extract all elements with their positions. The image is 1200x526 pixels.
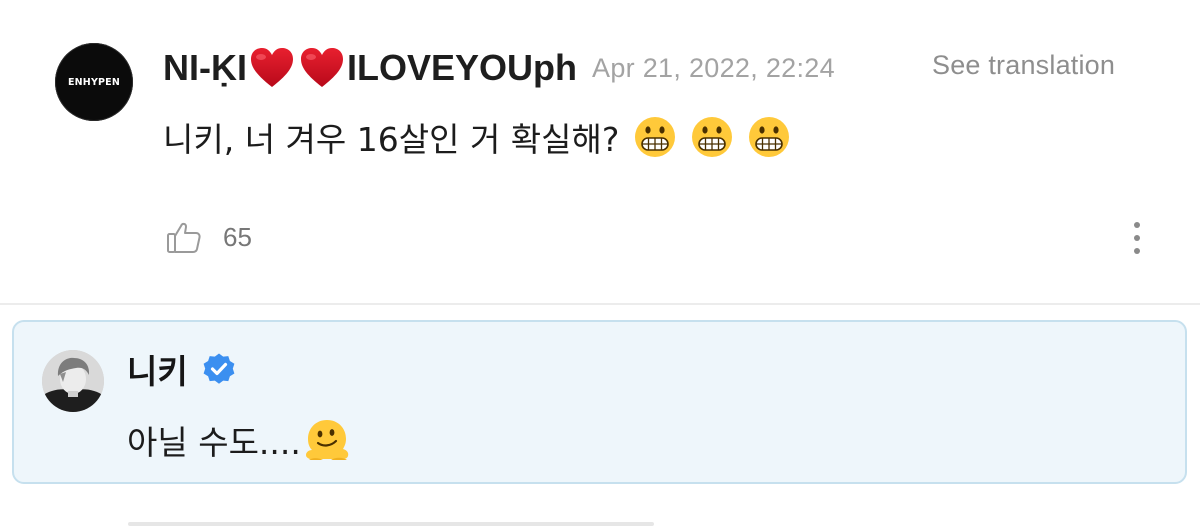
- heart-icon: [301, 48, 343, 87]
- username-suffix: ILOVEYOUph: [347, 47, 578, 88]
- more-dot: [1134, 248, 1140, 254]
- comment-text: 니키, 너 겨우 16살인 거 확실해?: [163, 120, 620, 159]
- avatar-photo: [42, 350, 104, 412]
- heart-icon: [251, 48, 293, 87]
- reply-text: 아닐 수도....: [127, 423, 301, 462]
- avatar-label: ENHYPEN: [67, 76, 121, 88]
- melting-face-icon: [305, 420, 349, 460]
- verified-badge-icon: [203, 353, 235, 384]
- more-dot: [1134, 222, 1140, 228]
- username[interactable]: 니키: [127, 345, 188, 393]
- artist-reply: 니키 아닐 수도....: [12, 320, 1187, 484]
- grimacing-face-icon: [749, 117, 790, 157]
- avatar[interactable]: ENHYPEN: [55, 43, 133, 121]
- username-prefix: NI-ḲI: [163, 47, 247, 88]
- more-vertical-icon[interactable]: [1126, 218, 1148, 258]
- comment-body: 니키, 너 겨우 16살인 거 확실해?: [163, 110, 804, 164]
- reply-header: 니키: [127, 347, 236, 391]
- comment-header: NI-ḲI ILOVEYOUph Apr 21, 2022, 22:24: [163, 44, 835, 92]
- grimacing-face-icon: [635, 117, 676, 157]
- more-dot: [1134, 235, 1140, 241]
- grimacing-face-icon: [692, 117, 733, 157]
- comment-actions: 65: [165, 215, 252, 259]
- see-translation-link[interactable]: See translation: [932, 50, 1115, 81]
- reply-body: 아닐 수도....: [127, 414, 351, 466]
- like-count: 65: [223, 221, 252, 252]
- timestamp: Apr 21, 2022, 22:24: [592, 52, 835, 83]
- username[interactable]: NI-ḲI ILOVEYOUph: [163, 46, 577, 90]
- comment-item: ENHYPEN NI-ḲI ILOVEYOUph Apr 21, 2022, 2…: [0, 0, 1200, 300]
- next-item-edge: [128, 522, 654, 526]
- thumbs-up-icon[interactable]: [165, 218, 203, 256]
- avatar[interactable]: [42, 350, 104, 412]
- comment-thread: ENHYPEN NI-ḲI ILOVEYOUph Apr 21, 2022, 2…: [0, 0, 1200, 526]
- divider: [0, 303, 1200, 305]
